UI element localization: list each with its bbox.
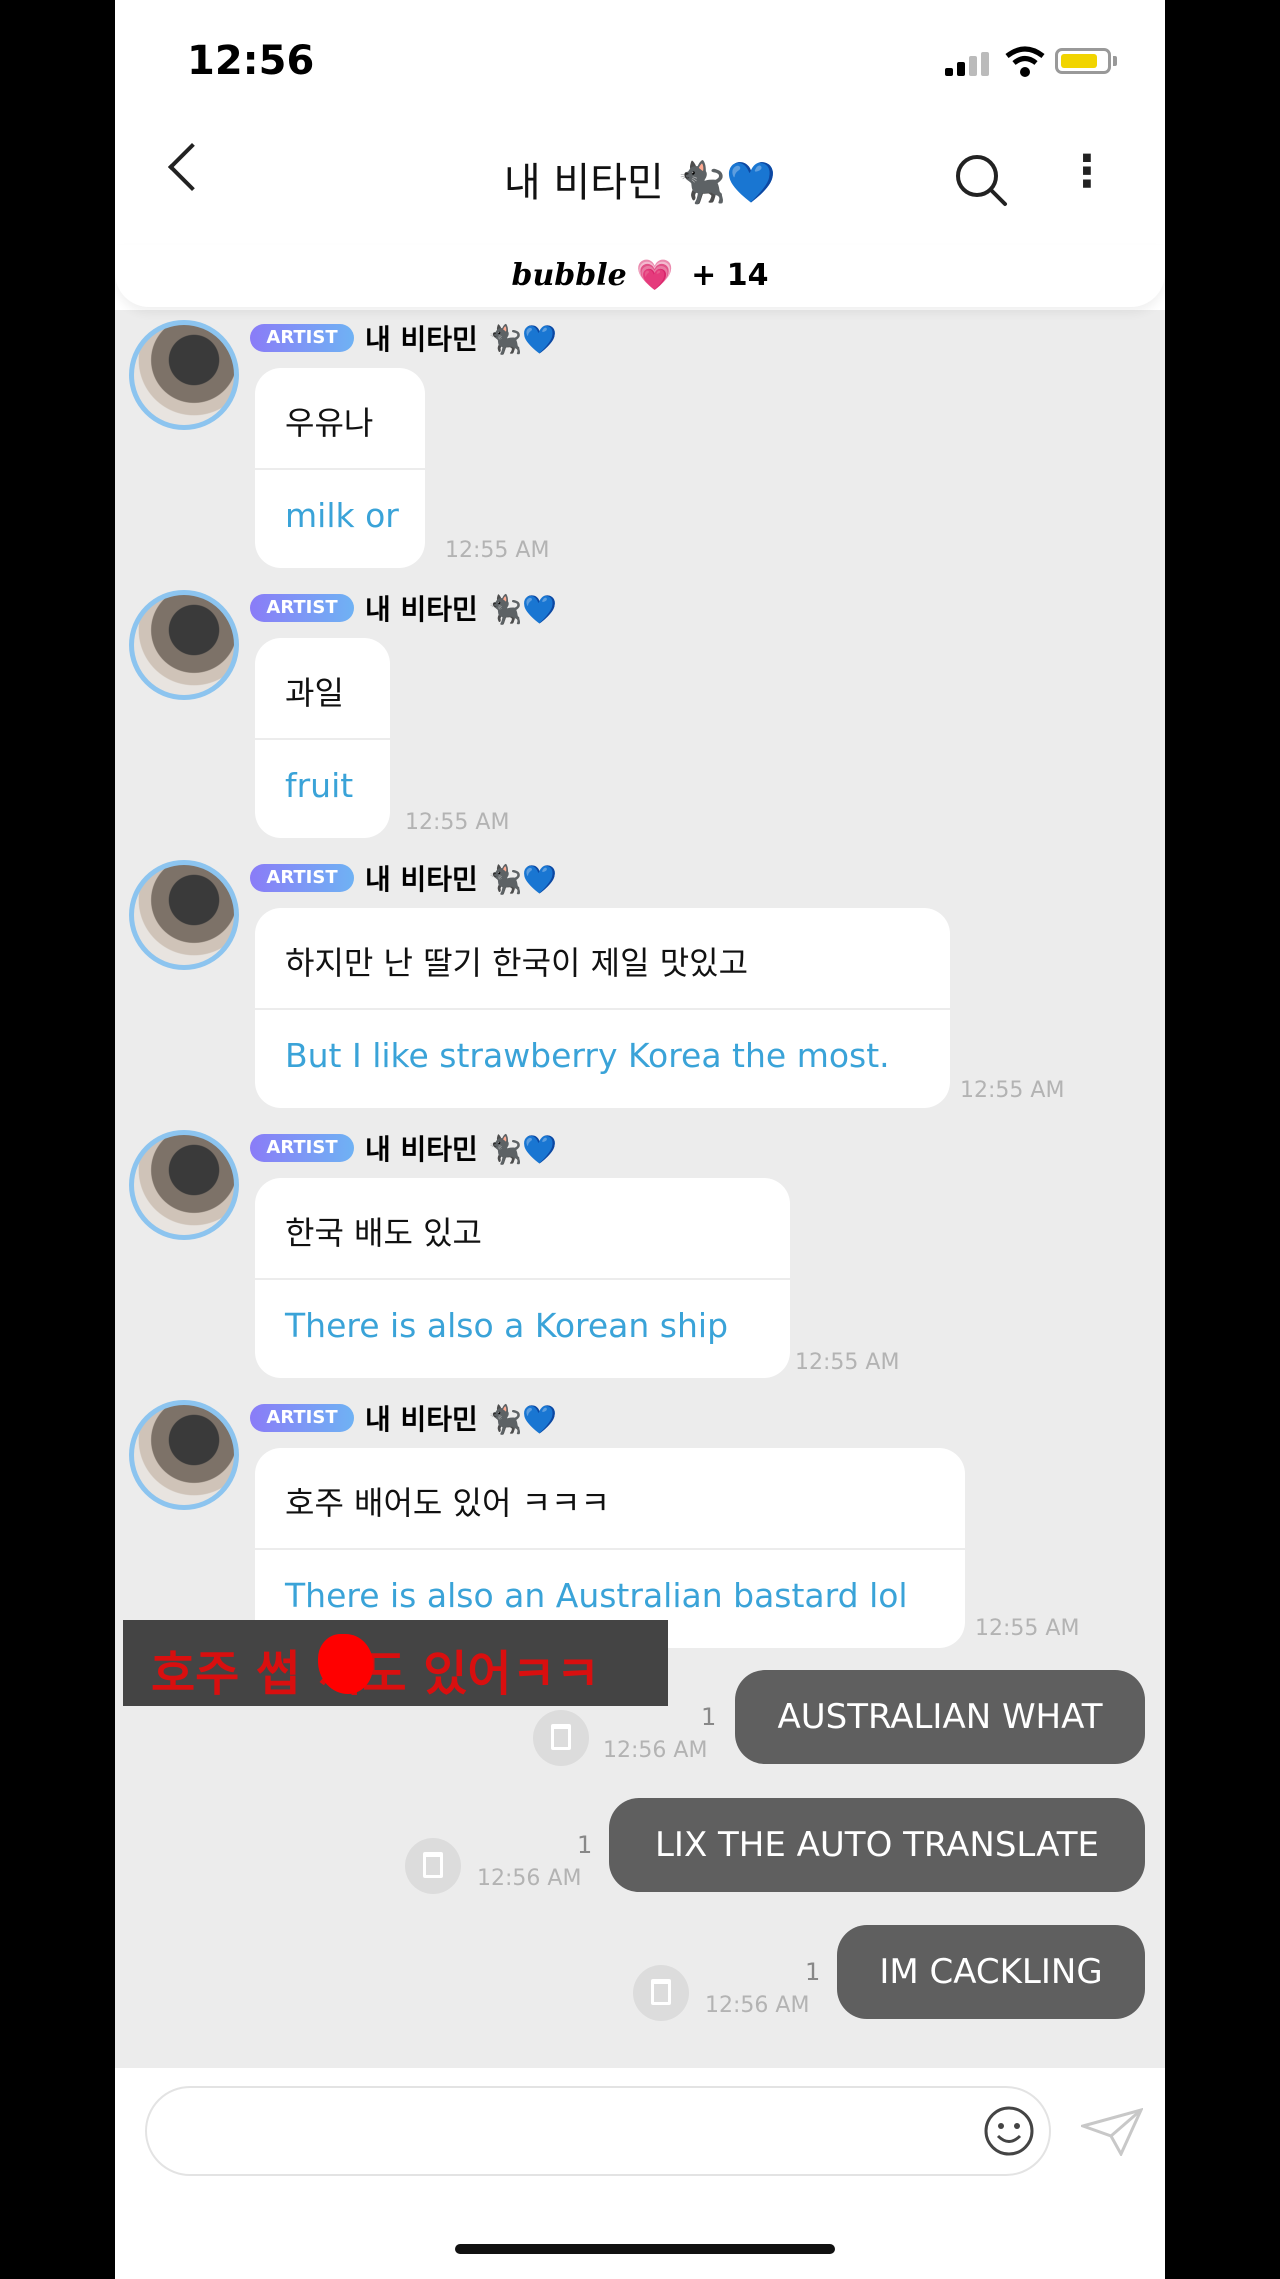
subscriber-count: + 14 bbox=[691, 258, 769, 293]
message-time: 12:55 AM bbox=[445, 538, 550, 563]
translated-text: milk or bbox=[285, 496, 399, 535]
send-icon[interactable] bbox=[1081, 2108, 1143, 2156]
avatar[interactable] bbox=[129, 1130, 239, 1240]
bubble-subscription-bar[interactable]: bubble 💗 + 14 bbox=[115, 245, 1165, 307]
message-time: 12:56 AM bbox=[603, 1738, 708, 1763]
artist-badge: ARTIST bbox=[250, 864, 354, 892]
sender-name: 내 비타민 🐈‍⬛💙 bbox=[365, 593, 558, 626]
unread-count: 1 bbox=[805, 1958, 821, 1986]
translated-text: There is also an Australian bastard lol bbox=[285, 1576, 908, 1615]
sender-name: 내 비타민 🐈‍⬛💙 bbox=[365, 1403, 558, 1436]
trash-icon[interactable] bbox=[533, 1710, 589, 1766]
avatar[interactable] bbox=[129, 590, 239, 700]
avatar[interactable] bbox=[129, 320, 239, 430]
artist-badge: ARTIST bbox=[250, 1404, 354, 1432]
signal-icon bbox=[945, 52, 993, 76]
message-bubble[interactable]: 하지만 난 딸기 한국이 제일 맛있고 But I like strawberr… bbox=[255, 908, 950, 1108]
sender-name: 내 비타민 🐈‍⬛💙 bbox=[365, 1133, 558, 1166]
original-text: 하지만 난 딸기 한국이 제일 맛있고 bbox=[285, 944, 749, 982]
original-text: 과일 bbox=[285, 674, 344, 712]
sender-name: 내 비타민 🐈‍⬛💙 bbox=[365, 863, 558, 896]
sender-name: 내 비타민 🐈‍⬛💙 bbox=[365, 323, 558, 356]
message-time: 12:55 AM bbox=[960, 1078, 1065, 1103]
wifi-icon bbox=[1005, 46, 1045, 77]
my-message-bubble[interactable]: IM CACKLING bbox=[837, 1925, 1145, 2019]
heart-icon: 💗 bbox=[636, 258, 674, 293]
message-time: 12:55 AM bbox=[975, 1616, 1080, 1641]
caption-overlay: 호주 썹 끼도 있어ㅋㅋ bbox=[123, 1620, 668, 1706]
translated-text: fruit bbox=[285, 766, 354, 805]
home-indicator bbox=[455, 2244, 835, 2254]
avatar[interactable] bbox=[129, 860, 239, 970]
caption-text: 호주 썹 끼도 있어ㅋㅋ bbox=[151, 1646, 600, 1702]
avatar[interactable] bbox=[129, 1400, 239, 1510]
message-group: ARTIST 내 비타민 🐈‍⬛💙 하지만 난 딸기 한국이 제일 맛있고 Bu… bbox=[115, 858, 1165, 1118]
bubble-logo: bubble bbox=[511, 258, 627, 293]
message-group: ARTIST 내 비타민 🐈‍⬛💙 호주 배어도 있어 ㅋㅋㅋ There is… bbox=[115, 1398, 1165, 1658]
trash-icon[interactable] bbox=[633, 1965, 689, 2021]
artist-badge: ARTIST bbox=[250, 1134, 354, 1162]
message-time: 12:55 AM bbox=[405, 810, 510, 835]
original-text: 우유나 bbox=[285, 404, 374, 442]
artist-badge: ARTIST bbox=[250, 324, 354, 352]
trash-icon[interactable] bbox=[405, 1838, 461, 1894]
translated-text: But I like strawberry Korea the most. bbox=[285, 1036, 890, 1075]
message-time: 12:55 AM bbox=[795, 1350, 900, 1375]
status-time: 12:56 bbox=[187, 38, 315, 84]
unread-count: 1 bbox=[701, 1703, 717, 1731]
my-message-bubble[interactable]: AUSTRALIAN WHAT bbox=[735, 1670, 1145, 1764]
search-icon[interactable] bbox=[953, 152, 1009, 208]
message-input[interactable] bbox=[145, 2086, 1051, 2176]
original-text: 호주 배어도 있어 ㅋㅋㅋ bbox=[285, 1484, 610, 1522]
message-time: 12:56 AM bbox=[477, 1866, 582, 1891]
phone-screen: 12:56 내 비타민 🐈‍⬛💙 ⋮ bubble 💗 + 14 ARTIST … bbox=[115, 0, 1165, 2279]
message-bubble[interactable]: 호주 배어도 있어 ㅋㅋㅋ There is also an Australia… bbox=[255, 1448, 965, 1648]
unread-count: 1 bbox=[577, 1831, 593, 1859]
message-time: 12:56 AM bbox=[705, 1993, 810, 2018]
message-bubble[interactable]: 한국 배도 있고 There is also a Korean ship bbox=[255, 1178, 790, 1378]
more-icon[interactable]: ⋮ bbox=[1065, 150, 1109, 194]
top-bar: 12:56 내 비타민 🐈‍⬛💙 ⋮ bubble 💗 + 14 bbox=[115, 0, 1165, 310]
message-bubble[interactable]: 우유나 milk or bbox=[255, 368, 425, 568]
original-text: 한국 배도 있고 bbox=[285, 1214, 482, 1252]
message-group: ARTIST 내 비타민 🐈‍⬛💙 우유나 milk or 12:55 AM bbox=[115, 318, 1165, 578]
translated-text: There is also a Korean ship bbox=[285, 1306, 729, 1345]
message-bubble[interactable]: 과일 fruit bbox=[255, 638, 390, 838]
my-message-bubble[interactable]: LIX THE AUTO TRANSLATE bbox=[609, 1798, 1145, 1892]
battery-icon bbox=[1055, 48, 1111, 74]
emoji-icon[interactable] bbox=[983, 2105, 1035, 2157]
message-group: ARTIST 내 비타민 🐈‍⬛💙 과일 fruit 12:55 AM bbox=[115, 588, 1165, 848]
message-group: ARTIST 내 비타민 🐈‍⬛💙 한국 배도 있고 There is also… bbox=[115, 1128, 1165, 1388]
artist-badge: ARTIST bbox=[250, 594, 354, 622]
